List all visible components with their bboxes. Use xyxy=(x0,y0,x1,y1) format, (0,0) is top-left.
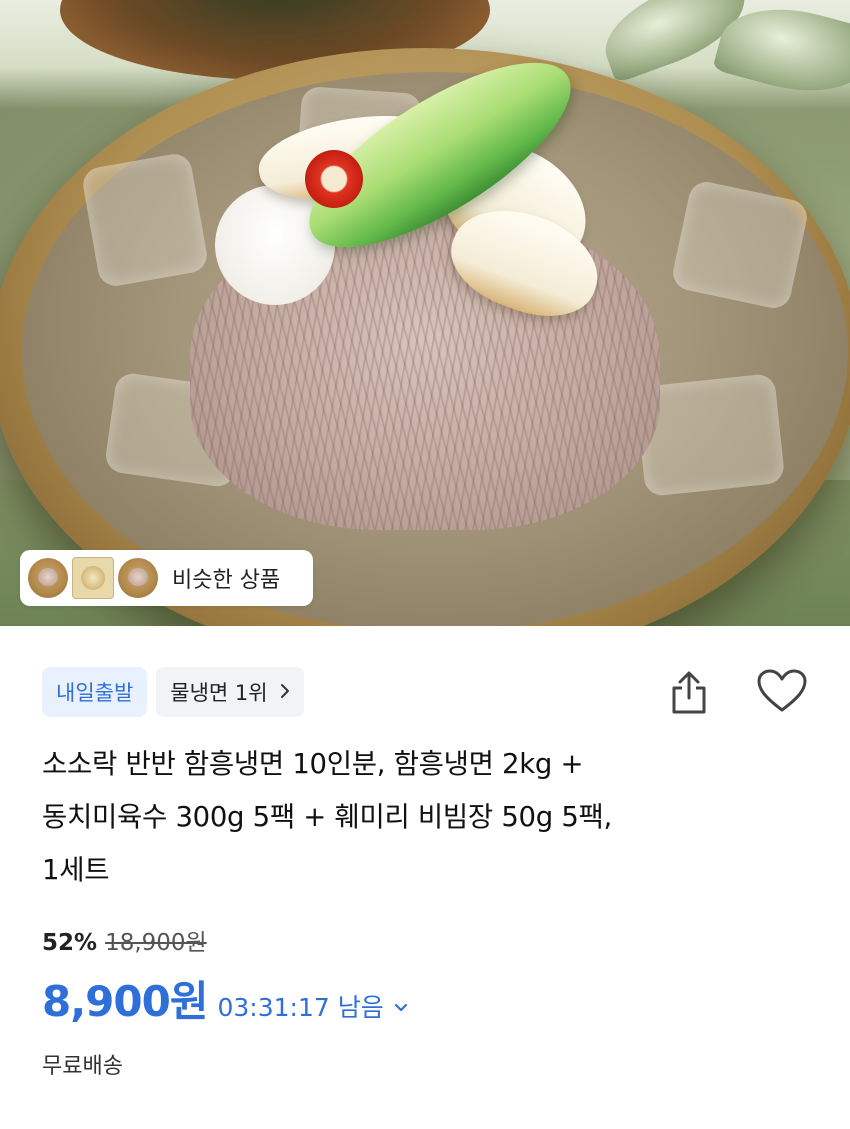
product-title: 소소락 반반 함흥냉면 10인분, 함흥냉면 2kg + 동치미육수 300g … xyxy=(42,738,782,897)
discount-row: 52% 18,900원 xyxy=(42,923,207,957)
heart-icon[interactable] xyxy=(756,668,808,714)
discount-rate: 52% xyxy=(42,930,98,956)
similar-products-label: 비슷한 상품 xyxy=(172,568,281,593)
chevron-down-icon[interactable] xyxy=(394,997,408,1018)
sale-price: 8,900원 xyxy=(42,977,208,1026)
shipping-info: 무료배송 xyxy=(42,1054,123,1079)
similar-thumb xyxy=(28,558,68,598)
similar-thumb-selected xyxy=(72,557,114,599)
ice-cube xyxy=(80,151,210,289)
product-title-line: 1세트 xyxy=(42,854,110,886)
ranking-badge-label: 물냉면 1위 xyxy=(170,681,268,705)
share-icon[interactable] xyxy=(666,668,712,716)
original-price: 18,900원 xyxy=(105,930,207,956)
badge-row: 내일출발 물냉면 1위 xyxy=(42,667,304,717)
price-row: 8,900원 03:31:17 남음 xyxy=(42,968,408,1029)
product-title-line: 소소락 반반 함흥냉면 10인분, 함흥냉면 2kg + xyxy=(42,748,584,780)
ranking-badge[interactable]: 물냉면 1위 xyxy=(156,667,304,717)
chevron-right-icon xyxy=(280,680,290,704)
product-title-line: 동치미육수 300g 5팩 + 훼미리 비빔장 50g 5팩, xyxy=(42,801,612,833)
product-image[interactable]: 비슷한 상품 xyxy=(0,0,850,626)
deal-timer: 03:31:17 남음 xyxy=(217,993,384,1022)
departure-badge: 내일출발 xyxy=(42,667,148,717)
similar-thumb xyxy=(118,558,158,598)
chili-slice xyxy=(305,150,363,208)
similar-products-button[interactable]: 비슷한 상품 xyxy=(20,550,313,606)
departure-badge-label: 내일출발 xyxy=(56,681,134,705)
